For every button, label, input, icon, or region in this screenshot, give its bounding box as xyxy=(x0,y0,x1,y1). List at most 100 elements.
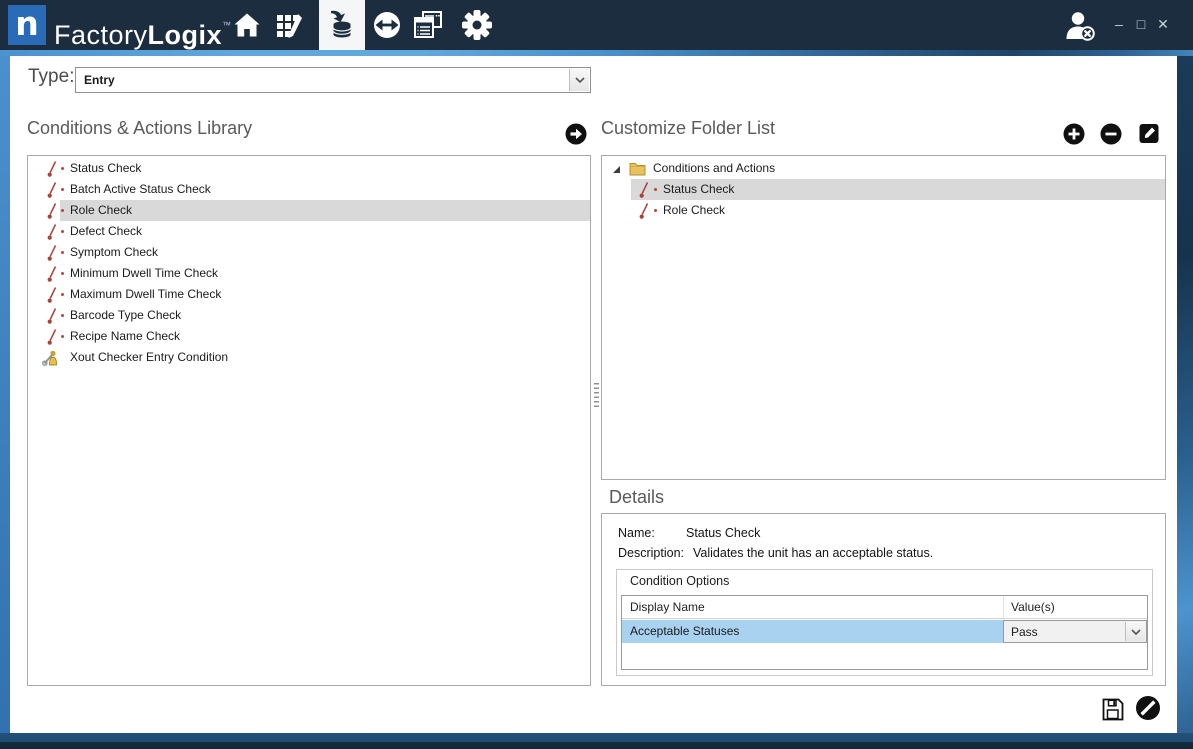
bullet-dot xyxy=(61,251,64,254)
value-dropdown-value: Pass xyxy=(1011,621,1038,642)
bullet-dot xyxy=(61,167,64,170)
nav-documents-button[interactable] xyxy=(405,0,451,50)
app-logo: n xyxy=(8,5,46,45)
bullet-dot xyxy=(61,293,64,296)
library-list-item[interactable]: Symptom Check xyxy=(28,242,590,263)
library-list-item[interactable]: Recipe Name Check xyxy=(28,326,590,347)
transfer-circle-arrows-icon xyxy=(371,9,403,41)
library-list-item[interactable]: Defect Check xyxy=(28,221,590,242)
home-icon xyxy=(231,9,263,41)
library-item-label: Xout Checker Entry Condition xyxy=(70,347,228,368)
library-item-label: Batch Active Status Check xyxy=(70,179,211,200)
tree-expander-icon[interactable] xyxy=(612,165,621,174)
nav-settings-button[interactable] xyxy=(454,0,500,50)
name-label: Name: xyxy=(618,526,655,540)
arrow-right-icon xyxy=(565,123,587,145)
tree-item[interactable]: Status Check xyxy=(602,179,1165,200)
tree-item-label: Role Check xyxy=(663,200,725,221)
condition-icon xyxy=(46,307,58,325)
condition-options-title: Condition Options xyxy=(630,574,729,588)
save-floppy-icon xyxy=(1101,697,1125,722)
condition-icon xyxy=(46,328,58,346)
library-item-label: Recipe Name Check xyxy=(70,326,180,347)
maximize-button[interactable]: □ xyxy=(1132,13,1150,35)
tree-item[interactable]: Role Check xyxy=(602,200,1165,221)
library-item-label: Maximum Dwell Time Check xyxy=(70,284,221,305)
condition-icon xyxy=(46,181,58,199)
value-dropdown[interactable]: Pass xyxy=(1003,620,1147,643)
library-item-label: Defect Check xyxy=(70,221,142,242)
condition-icon xyxy=(46,223,58,241)
description-label: Description: xyxy=(618,546,684,560)
cancel-button[interactable] xyxy=(1135,695,1161,726)
remove-folder-button[interactable] xyxy=(1100,123,1122,145)
edit-pencil-icon xyxy=(1138,122,1160,144)
cancel-slash-icon xyxy=(1135,695,1161,721)
table-row[interactable]: Acceptable Statuses Pass xyxy=(622,620,1147,643)
settings-gear-icon xyxy=(461,9,493,41)
edit-folder-button[interactable] xyxy=(1138,122,1160,144)
brand-bold: Logix xyxy=(148,20,223,50)
bullet-dot xyxy=(61,272,64,275)
tree-root-item[interactable]: Conditions and Actions xyxy=(602,158,1165,179)
plus-icon xyxy=(1063,123,1085,145)
folder-icon xyxy=(629,161,646,176)
name-value: Status Check xyxy=(686,526,760,540)
condition-icon xyxy=(46,202,58,220)
bullet-dot xyxy=(654,209,657,212)
value-cell[interactable]: Pass xyxy=(1003,620,1147,643)
condition-icon xyxy=(638,181,650,199)
conditions-actions-library-list[interactable]: Status Check Batch Active Status Check xyxy=(27,155,591,686)
nav-transfer-button[interactable] xyxy=(364,0,410,50)
column-values: Value(s) xyxy=(1011,596,1055,619)
logout-user-button[interactable] xyxy=(1063,9,1097,43)
library-database-icon xyxy=(326,9,358,41)
selection-highlight xyxy=(60,200,590,221)
library-list-item[interactable]: Status Check xyxy=(28,158,590,179)
type-dropdown[interactable]: Entry xyxy=(75,67,591,93)
description-value: Validates the unit has an acceptable sta… xyxy=(693,546,933,560)
nav-home-button[interactable] xyxy=(224,0,270,50)
library-item-label: Minimum Dwell Time Check xyxy=(70,263,218,284)
bullet-dot xyxy=(61,314,64,317)
nav-planning-button[interactable] xyxy=(266,0,312,50)
folder-list-title: Customize Folder List xyxy=(601,118,775,139)
condition-options-table[interactable]: Display Name Value(s) Acceptable Statuse… xyxy=(621,595,1148,670)
save-button[interactable] xyxy=(1101,697,1125,727)
panel-splitter-grip[interactable] xyxy=(594,383,599,410)
planning-grid-pencil-icon xyxy=(273,9,305,41)
library-list-item[interactable]: Batch Active Status Check xyxy=(28,179,590,200)
condition-icon xyxy=(46,244,58,262)
library-list-item[interactable]: Role Check xyxy=(28,200,590,221)
customize-folder-tree[interactable]: Conditions and Actions Status Check Role… xyxy=(601,155,1166,480)
library-list-item[interactable]: Xout Checker Entry Condition xyxy=(28,347,590,368)
bullet-dot xyxy=(654,188,657,191)
condition-icon xyxy=(46,286,58,304)
condition-options-groupbox: Condition Options Display Name Value(s) … xyxy=(616,569,1153,676)
library-list-item[interactable]: Maximum Dwell Time Check xyxy=(28,284,590,305)
library-item-label: Status Check xyxy=(70,158,141,179)
move-to-folder-button[interactable] xyxy=(565,123,587,145)
library-title: Conditions & Actions Library xyxy=(27,118,252,139)
chevron-down-icon[interactable] xyxy=(569,69,589,91)
add-folder-button[interactable] xyxy=(1063,123,1085,145)
condition-icon xyxy=(46,160,58,178)
library-item-label: Role Check xyxy=(70,200,132,221)
library-list-item[interactable]: Minimum Dwell Time Check xyxy=(28,263,590,284)
brand-regular: Factory xyxy=(54,20,148,50)
type-dropdown-value: Entry xyxy=(84,68,115,92)
library-list-item[interactable]: Barcode Type Check xyxy=(28,305,590,326)
library-item-label: Barcode Type Check xyxy=(70,305,181,326)
minimize-button[interactable]: – xyxy=(1110,13,1128,35)
chevron-down-icon[interactable] xyxy=(1125,622,1145,641)
tree-item-label: Status Check xyxy=(663,179,734,200)
bullet-dot xyxy=(61,335,64,338)
close-button[interactable]: ✕ xyxy=(1154,13,1172,35)
nav-library-button-active[interactable] xyxy=(319,0,365,50)
library-item-label: Symptom Check xyxy=(70,242,158,263)
documents-windows-icon xyxy=(411,9,445,41)
tree-root-label: Conditions and Actions xyxy=(653,158,775,179)
table-header-row: Display Name Value(s) xyxy=(622,596,1147,619)
app-title: FactoryLogix™ xyxy=(54,8,231,42)
display-name-cell[interactable]: Acceptable Statuses xyxy=(622,620,1003,643)
